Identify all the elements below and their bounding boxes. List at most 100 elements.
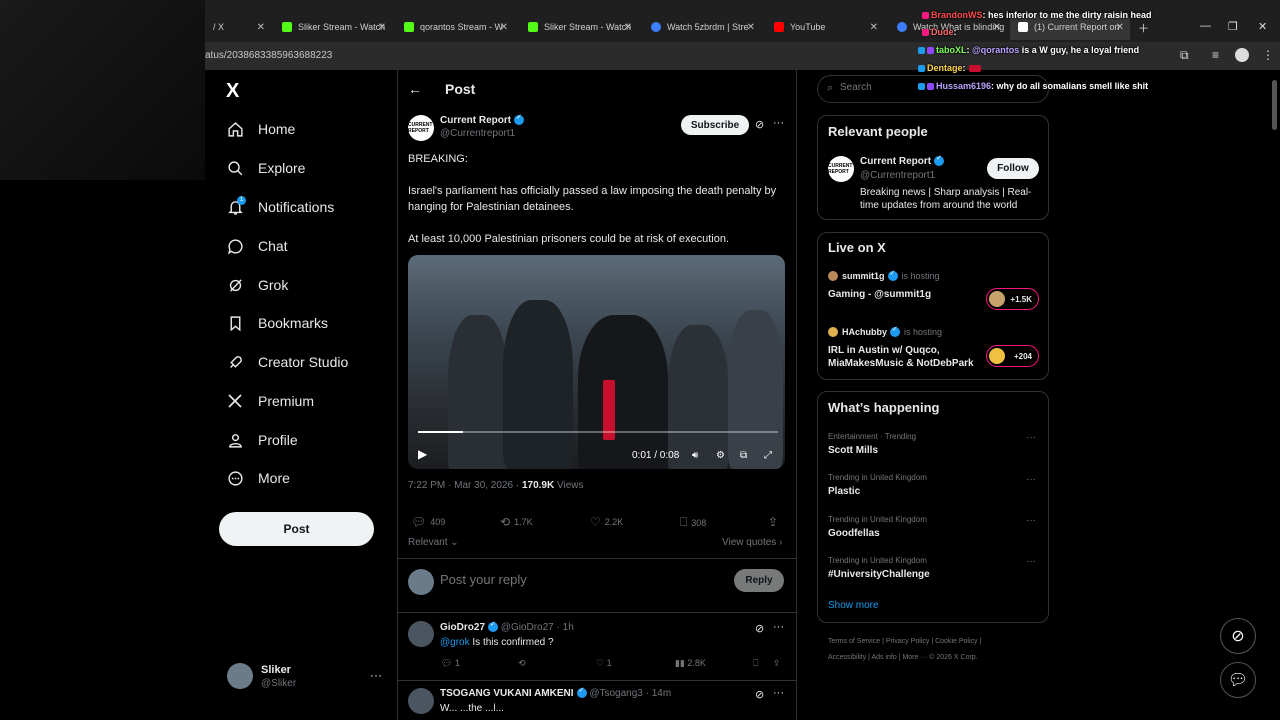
fullscreen-icon[interactable]: ⤢ xyxy=(764,450,772,461)
nav-chat[interactable]: Chat xyxy=(226,231,288,261)
scrollbar[interactable] xyxy=(1272,80,1277,130)
browser-menu-icon[interactable]: ⋮ xyxy=(1262,48,1274,62)
more-icon[interactable]: ··· xyxy=(773,621,784,633)
trend-name[interactable]: Scott Mills xyxy=(828,445,878,456)
maximize-icon[interactable]: ❐ xyxy=(1228,20,1238,33)
author-handle[interactable]: @Currentreport1 xyxy=(440,128,515,139)
close-icon[interactable]: ✕ xyxy=(257,22,265,33)
new-tab-icon[interactable]: ＋ xyxy=(1138,20,1149,36)
comment-views-action[interactable]: ▮▮ 2.8K xyxy=(675,658,706,669)
profile-avatar[interactable] xyxy=(1235,48,1249,62)
comment-author[interactable]: TSOGANG VUKANI AMKENI @Tsogang3 · 14m xyxy=(440,686,671,699)
more-icon[interactable]: ··· xyxy=(773,117,784,129)
close-icon[interactable]: ✕ xyxy=(378,22,386,33)
follow-button[interactable]: Follow xyxy=(987,158,1039,179)
more-icon[interactable]: ··· xyxy=(1026,515,1036,526)
play-icon[interactable]: ▶ xyxy=(418,447,427,461)
grok-fab-button[interactable]: ⊘ xyxy=(1220,618,1256,654)
post-timestamp[interactable]: 7:22 PM · Mar 30, 2026 · xyxy=(408,480,519,491)
browser-tab[interactable]: Sliker Stream - Watch ✕ xyxy=(520,14,638,40)
grok-icon[interactable]: ⊘ xyxy=(755,622,764,635)
live-host[interactable]: HAchubby is hosting xyxy=(828,325,942,337)
browser-tab[interactable]: / X ✕ xyxy=(205,14,271,40)
trend-name[interactable]: Plastic xyxy=(828,486,860,497)
back-arrow-icon[interactable]: ← xyxy=(408,81,422,97)
browser-tab[interactable]: Sliker Stream - Watch ✕ xyxy=(274,14,392,40)
nav-bookmarks[interactable]: Bookmarks xyxy=(226,308,328,338)
person-handle[interactable]: @Currentreport1 xyxy=(860,170,935,181)
more-icon[interactable]: ··· xyxy=(1026,474,1036,485)
live-stream-title[interactable]: Gaming - @summit1g xyxy=(828,288,983,301)
nav-premium[interactable]: Premium xyxy=(226,386,314,416)
tab-search-icon[interactable]: ≡ xyxy=(1212,48,1219,62)
minimize-icon[interactable]: — xyxy=(1200,20,1211,32)
close-icon[interactable]: ✕ xyxy=(870,22,878,33)
avatar[interactable]: CURRENT REPORT xyxy=(408,115,434,141)
nav-more[interactable]: More xyxy=(226,463,290,493)
post-button[interactable]: Post xyxy=(219,512,374,546)
x-logo-icon[interactable]: X xyxy=(226,80,239,103)
nav-home[interactable]: Home xyxy=(226,114,295,144)
account-name[interactable]: Sliker xyxy=(261,664,291,676)
extensions-icon[interactable]: ⧉ xyxy=(1180,48,1189,63)
url-text[interactable]: atus/2038683385963688223 xyxy=(205,50,332,61)
comment-like-action[interactable]: ♡ 1 xyxy=(596,658,612,669)
subscribe-button[interactable]: Subscribe xyxy=(681,115,749,135)
close-icon[interactable]: ✕ xyxy=(993,22,1001,33)
reply-sort-dropdown[interactable]: Relevant ⌄ xyxy=(408,537,459,548)
live-listeners[interactable]: +1.5K xyxy=(986,288,1039,310)
view-quotes-link[interactable]: View quotes › xyxy=(722,537,782,548)
avatar[interactable]: CURRENT REPORT xyxy=(828,156,854,182)
browser-tab[interactable]: YouTube ✕ xyxy=(766,14,884,40)
trend-name[interactable]: #UniversityChallenge xyxy=(828,569,930,580)
footer-links[interactable]: Terms of Service | Privacy Policy | Cook… xyxy=(828,634,1043,650)
more-icon[interactable]: ··· xyxy=(773,687,784,699)
share-icon[interactable]: ⇪ xyxy=(773,658,781,669)
comment-author[interactable]: GioDro27 @GioDro27 · 1h xyxy=(440,620,574,633)
close-icon[interactable]: ✕ xyxy=(747,22,755,33)
live-host[interactable]: summit1g is hosting xyxy=(828,269,940,281)
like-action[interactable]: ♡ 2.2K xyxy=(590,515,623,529)
bookmark-action[interactable]: ⎕ 308 xyxy=(680,515,706,530)
browser-tab[interactable]: Watch 5zbrdm | Stre ✕ xyxy=(643,14,761,40)
trend-name[interactable]: Goodfellas xyxy=(828,528,880,539)
close-icon[interactable]: ✕ xyxy=(624,22,632,33)
nav-grok[interactable]: Grok xyxy=(226,270,288,300)
person-name[interactable]: Current Report xyxy=(860,154,945,167)
nav-creator-studio[interactable]: Creator Studio xyxy=(226,347,348,377)
reply-action[interactable]: 💬︎ 409 xyxy=(411,515,445,529)
more-icon[interactable]: ··· xyxy=(1026,432,1036,443)
avatar[interactable] xyxy=(227,663,253,689)
show-more-link[interactable]: Show more xyxy=(828,600,879,611)
reply-input[interactable] xyxy=(440,572,720,587)
share-icon[interactable]: ⇪ xyxy=(768,515,782,529)
messages-fab-button[interactable]: 💬︎ xyxy=(1220,662,1256,698)
reply-button[interactable]: Reply xyxy=(734,569,784,592)
live-listeners[interactable]: +204 xyxy=(986,345,1039,367)
close-icon[interactable]: ✕ xyxy=(500,22,508,33)
volume-icon[interactable]: 🔊︎ xyxy=(692,450,698,461)
live-stream-title[interactable]: IRL in Austin w/ Quqco, MiaMakesMusic & … xyxy=(828,344,986,370)
author-name[interactable]: Current Report xyxy=(440,113,525,126)
browser-tab[interactable]: qorantos Stream - W ✕ xyxy=(396,14,514,40)
nav-profile[interactable]: Profile xyxy=(226,425,298,455)
avatar[interactable] xyxy=(408,621,434,647)
footer-links[interactable]: Accessibility | Ads info | More ··· © 20… xyxy=(828,650,1043,666)
repost-action[interactable]: ⟲ 1.7K xyxy=(500,515,533,529)
avatar[interactable] xyxy=(408,688,434,714)
close-icon[interactable]: ✕ xyxy=(1116,22,1124,33)
grok-icon[interactable]: ⊘ xyxy=(755,118,764,131)
comment-reply-action[interactable]: 💬︎ 1 xyxy=(441,658,460,669)
comment-repost-action[interactable]: ⟲ xyxy=(518,658,526,669)
video-player[interactable]: ▶ 0:01 / 0:08 🔊︎ ⚙ ⧉ ⤢ xyxy=(408,255,785,469)
mention-link[interactable]: @grok xyxy=(440,637,470,648)
nav-explore[interactable]: Explore xyxy=(226,153,305,183)
more-icon[interactable]: ··· xyxy=(1026,556,1036,567)
close-window-icon[interactable]: ✕ xyxy=(1258,20,1267,33)
settings-icon[interactable]: ⚙ xyxy=(716,450,725,461)
video-progress-bar[interactable] xyxy=(418,431,778,433)
pip-icon[interactable]: ⧉ xyxy=(740,450,747,461)
grok-icon[interactable]: ⊘ xyxy=(755,688,764,701)
bookmark-icon[interactable]: ⎕ xyxy=(753,658,758,669)
more-icon[interactable]: ··· xyxy=(370,668,382,682)
